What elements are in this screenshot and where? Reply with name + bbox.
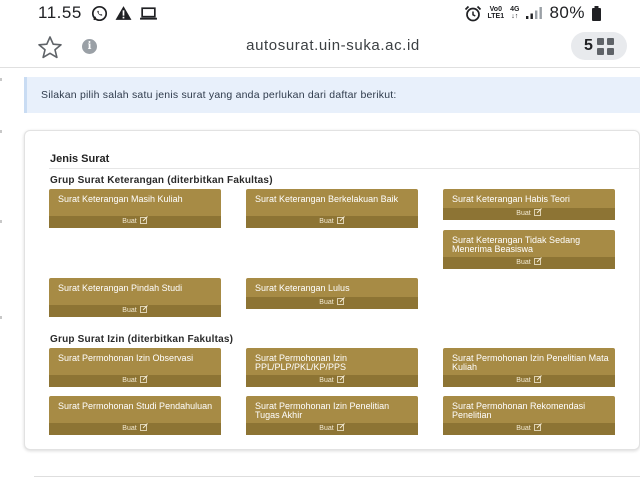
data-arrows-icon: ↓↑ xyxy=(511,13,519,20)
letter-name: Surat Permohonan Studi Pendahuluan xyxy=(58,401,213,411)
make-button[interactable]: Buat xyxy=(49,216,221,228)
make-button[interactable]: Buat xyxy=(246,375,418,387)
make-label: Buat xyxy=(516,210,531,217)
make-label: Buat xyxy=(319,299,334,306)
letter-name: Surat Keterangan Pindah Studi xyxy=(58,283,183,293)
edit-icon xyxy=(139,423,148,431)
edit-icon xyxy=(533,257,542,265)
letter-name: Surat Permohonan Izin Observasi xyxy=(58,353,194,363)
letter-name: Surat Permohonan Izin Penelitian Tugas A… xyxy=(255,401,390,420)
make-button[interactable]: Buat xyxy=(49,375,221,387)
edit-icon xyxy=(336,216,345,224)
info-alert: Silakan pilih salah satu jenis surat yan… xyxy=(24,77,640,113)
letter-button[interactable]: Surat Keterangan Habis Teori Buat xyxy=(443,189,615,220)
letter-button[interactable]: Surat Permohonan Studi Pendahuluan Buat xyxy=(49,396,221,435)
edit-icon xyxy=(533,423,542,431)
letter-button[interactable]: Surat Keterangan Tidak Sedang Menerima B… xyxy=(443,230,615,269)
make-button[interactable]: Buat xyxy=(246,423,418,435)
card-divider xyxy=(49,168,640,169)
letter-button[interactable]: Surat Keterangan Masih Kuliah Buat xyxy=(49,189,221,228)
letter-button[interactable]: Surat Permohonan Izin PPL/PLP/PKL/KP/PPS… xyxy=(246,348,418,387)
scroll-edge-marks xyxy=(0,78,2,319)
battery-icon xyxy=(592,5,601,21)
alarm-icon xyxy=(464,5,481,21)
edit-icon xyxy=(336,423,345,431)
edit-icon xyxy=(139,216,148,224)
edit-icon xyxy=(336,297,345,305)
browser-address-bar: i autosurat.uin-suka.ac.id 5 xyxy=(0,26,640,68)
make-label: Buat xyxy=(319,377,334,384)
letter-name: Surat Permohonan Izin Penelitian Mata Ku… xyxy=(452,353,609,372)
data-indicator: 4G ↓↑ xyxy=(510,6,519,20)
edit-icon xyxy=(139,375,148,383)
info-alert-text: Silakan pilih salah satu jenis surat yan… xyxy=(41,89,397,101)
make-label: Buat xyxy=(122,425,137,432)
card-title: Jenis Surat xyxy=(50,153,110,165)
warning-icon xyxy=(115,6,132,20)
whatsapp-icon xyxy=(91,5,107,21)
make-label: Buat xyxy=(516,425,531,432)
page: 11.55 Vo0 LTE1 4G ↓↑ 80% i autosurat.uin… xyxy=(0,0,640,480)
letter-button[interactable]: Surat Permohonan Izin Penelitian Tugas A… xyxy=(246,396,418,435)
tab-count: 5 xyxy=(584,37,593,54)
make-button[interactable]: Buat xyxy=(246,216,418,228)
next-card-edge xyxy=(34,476,640,477)
make-button[interactable]: Buat xyxy=(443,375,615,387)
letter-name: Surat Keterangan Tidak Sedang Menerima B… xyxy=(452,235,581,254)
make-label: Buat xyxy=(516,259,531,266)
make-label: Buat xyxy=(122,377,137,384)
laptop-icon xyxy=(139,6,157,20)
status-system-icons: Vo0 LTE1 4G ↓↑ 80% xyxy=(464,3,602,23)
lte-label: LTE1 xyxy=(487,13,505,20)
edit-icon xyxy=(533,208,542,216)
make-button[interactable]: Buat xyxy=(246,297,418,309)
status-time: 11.55 xyxy=(38,3,82,22)
battery-percent: 80% xyxy=(549,3,585,22)
make-label: Buat xyxy=(516,377,531,384)
volte-indicator: Vo0 LTE1 xyxy=(488,6,505,20)
network-type-label: 4G xyxy=(510,6,520,13)
make-button[interactable]: Buat xyxy=(443,208,615,220)
letter-types-card: Jenis Surat Grup Surat Keterangan (diter… xyxy=(24,130,640,450)
letter-name: Surat Permohonan Izin PPL/PLP/PKL/KP/PPS xyxy=(255,353,348,372)
letter-name: Surat Keterangan Berkelakuan Baik xyxy=(255,194,399,204)
letter-button[interactable]: Surat Permohonan Izin Observasi Buat xyxy=(49,348,221,387)
group-title-izin: Grup Surat Izin (diterbitkan Fakultas) xyxy=(50,334,234,345)
status-bar: 11.55 Vo0 LTE1 4G ↓↑ 80% xyxy=(0,0,640,26)
edit-icon xyxy=(139,305,148,313)
edit-icon xyxy=(336,375,345,383)
url-text[interactable]: autosurat.uin-suka.ac.id xyxy=(0,37,640,54)
make-button[interactable]: Buat xyxy=(49,423,221,435)
make-label: Buat xyxy=(319,425,334,432)
letter-button[interactable]: Surat Keterangan Berkelakuan Baik Buat xyxy=(246,189,418,228)
make-label: Buat xyxy=(122,218,137,225)
letter-button[interactable]: Surat Permohonan Izin Penelitian Mata Ku… xyxy=(443,348,615,387)
signal-icon xyxy=(526,7,543,19)
group-title-keterangan: Grup Surat Keterangan (diterbitkan Fakul… xyxy=(50,175,273,186)
make-button[interactable]: Buat xyxy=(49,305,221,317)
letter-button[interactable]: Surat Keterangan Pindah Studi Buat xyxy=(49,278,221,317)
letter-button[interactable]: Surat Permohonan Rekomendasi Penelitian … xyxy=(443,396,615,435)
make-button[interactable]: Buat xyxy=(443,423,615,435)
letter-name: Surat Keterangan Lulus xyxy=(255,283,350,293)
make-label: Buat xyxy=(319,218,334,225)
letter-button[interactable]: Surat Keterangan Lulus Buat xyxy=(246,278,418,309)
address-bar-divider xyxy=(0,67,640,68)
make-label: Buat xyxy=(122,307,137,314)
grid-icon xyxy=(596,37,614,55)
letter-name: Surat Keterangan Habis Teori xyxy=(452,194,570,204)
tab-switcher-button[interactable]: 5 xyxy=(571,32,627,60)
make-button[interactable]: Buat xyxy=(443,257,615,269)
edit-icon xyxy=(533,375,542,383)
volte-label: Vo0 xyxy=(489,6,502,13)
letter-name: Surat Keterangan Masih Kuliah xyxy=(58,194,183,204)
letter-name: Surat Permohonan Rekomendasi Penelitian xyxy=(452,401,586,420)
status-notification-icons xyxy=(91,5,158,22)
